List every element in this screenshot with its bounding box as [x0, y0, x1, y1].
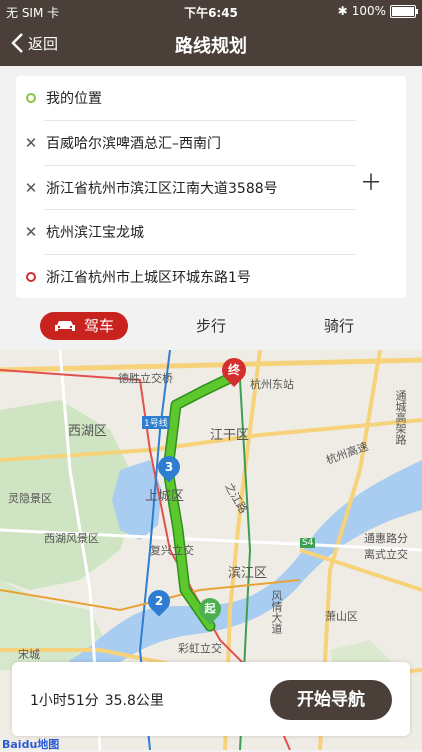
- map-label: 萧山区: [325, 610, 358, 623]
- bluetooth-icon: ✱: [337, 4, 348, 18]
- battery-percent: 100%: [351, 4, 386, 18]
- end-marker-text: 终: [227, 363, 240, 377]
- page-title: 路线规划: [175, 36, 247, 57]
- tab-drive-label: 驾车: [83, 317, 114, 335]
- remove-waypoint-icon[interactable]: ✕: [25, 180, 38, 196]
- status-bar: 无 SIM 卡 下午6:45 ✱ 100%: [0, 0, 422, 22]
- start-navigation-button[interactable]: 开始导航: [270, 680, 392, 720]
- map-label: 彩虹立交: [178, 642, 222, 655]
- transport-modes: 驾车 步行 骑行: [0, 302, 422, 348]
- waypoint-text: 百威哈尔滨啤酒总汇–西南门: [46, 136, 221, 152]
- map-label: 滨江区: [228, 566, 268, 581]
- map-label: 通惠路分: [364, 532, 408, 545]
- map-label: 西湖风景区: [44, 532, 99, 545]
- status-right: ✱ 100%: [337, 4, 418, 18]
- map-label: 杭州东站: [250, 378, 294, 391]
- waypoint-text: 浙江省杭州市滨江区江南大道3588号: [46, 181, 278, 197]
- map-label: 德胜立交桥: [118, 372, 173, 385]
- destination-item[interactable]: 浙江省杭州市上城区环城东路1号: [16, 255, 406, 299]
- tab-drive[interactable]: 驾车: [40, 312, 128, 340]
- waypoint-3-text: 3: [164, 460, 174, 474]
- map-label: 灵隐景区: [8, 492, 52, 505]
- waypoint-item[interactable]: ✕ 浙江省杭州市滨江区江南大道3588号: [16, 166, 406, 210]
- remove-waypoint-icon[interactable]: ✕: [25, 224, 38, 240]
- route-summary-card: 1小时51分 35.8公里 开始导航: [12, 662, 410, 736]
- start-text: 我的位置: [46, 91, 102, 107]
- waypoint-3-marker[interactable]: 3: [153, 451, 185, 483]
- map-label: 1号线: [142, 416, 170, 429]
- start-item[interactable]: 我的位置: [16, 76, 406, 120]
- destination-text: 浙江省杭州市上城区环城东路1号: [46, 270, 251, 286]
- map-label: 通城高架路: [394, 390, 407, 445]
- route-card: 我的位置 ✕ 百威哈尔滨啤酒总汇–西南门 ✕ 浙江省杭州市滨江区江南大道3588…: [16, 76, 406, 298]
- waypoint-2-marker[interactable]: 2: [143, 585, 175, 617]
- destination-dot-icon: [26, 272, 36, 282]
- waypoint-text: 杭州滨江宝龙城: [46, 225, 144, 241]
- map-label: 离式立交: [364, 548, 408, 561]
- remove-waypoint-icon[interactable]: ✕: [25, 135, 38, 151]
- waypoint-2-text: 2: [154, 594, 164, 608]
- start-marker[interactable]: 起: [194, 593, 226, 625]
- map-label: 风情大道: [270, 590, 283, 634]
- map-label: 宋城: [18, 648, 40, 661]
- nav-bar: 返回 路线规划: [0, 22, 422, 66]
- map-label: S4: [300, 538, 316, 548]
- waypoint-item[interactable]: ✕ 杭州滨江宝龙城: [16, 210, 406, 254]
- battery-icon: [390, 4, 418, 18]
- car-icon: [54, 321, 75, 331]
- map-label: 复兴立交: [150, 544, 194, 557]
- tab-walk[interactable]: 步行: [180, 312, 242, 340]
- route-duration: 1小时51分: [30, 693, 99, 709]
- end-marker[interactable]: 终: [217, 353, 251, 387]
- start-marker-text: 起: [204, 602, 216, 615]
- add-waypoint-button[interactable]: ＋: [360, 173, 382, 195]
- map-label: 西湖区: [68, 424, 108, 439]
- map-label: 江干区: [210, 428, 250, 443]
- tab-ride[interactable]: 骑行: [308, 312, 370, 340]
- route-summary: 1小时51分 35.8公里: [30, 690, 164, 710]
- start-dot-icon: [26, 93, 36, 103]
- map-label: 上城区: [145, 489, 185, 504]
- waypoint-item[interactable]: ✕ 百威哈尔滨啤酒总汇–西南门: [16, 121, 406, 165]
- route-distance: 35.8公里: [104, 693, 164, 709]
